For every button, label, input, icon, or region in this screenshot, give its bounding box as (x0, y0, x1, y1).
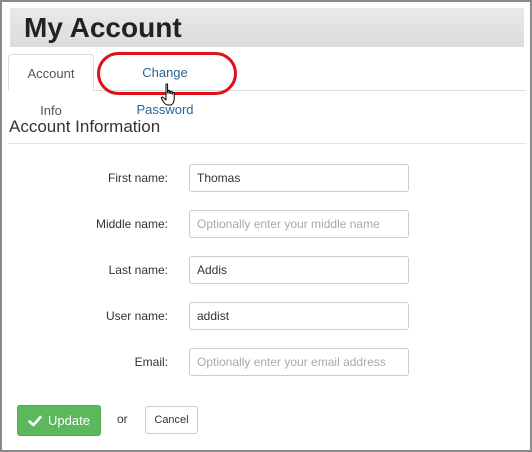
middle-name-label: Middle name: (95, 217, 168, 231)
last-name-row: Last name: (0, 256, 532, 284)
hand-pointer-icon (160, 83, 175, 106)
or-separator: or (117, 412, 128, 426)
first-name-row: First name: (0, 164, 532, 192)
email-row: Email: (0, 348, 532, 376)
middle-name-input[interactable] (189, 210, 409, 238)
update-button[interactable]: Update (17, 405, 101, 436)
page-title: My Account (24, 12, 182, 43)
first-name-label: First name: (107, 171, 168, 185)
checkmark-icon (28, 415, 42, 426)
user-name-input[interactable] (189, 302, 409, 330)
title-bar: My Account (10, 8, 524, 47)
email-input[interactable] (189, 348, 409, 376)
section-divider (8, 143, 526, 144)
update-button-label: Update (48, 413, 90, 428)
user-name-label: User name: (105, 309, 168, 323)
last-name-input[interactable] (189, 256, 409, 284)
middle-name-row: Middle name: (0, 210, 532, 238)
user-name-row: User name: (0, 302, 532, 330)
email-label: Email: (134, 355, 168, 369)
last-name-label: Last name: (108, 263, 168, 277)
section-title: Account Information (9, 117, 161, 136)
tab-account-info[interactable]: Account Info (8, 54, 94, 118)
tab-bar: Account Info Change Password (8, 54, 526, 118)
cancel-button[interactable]: Cancel (145, 406, 198, 434)
first-name-input[interactable] (189, 164, 409, 192)
